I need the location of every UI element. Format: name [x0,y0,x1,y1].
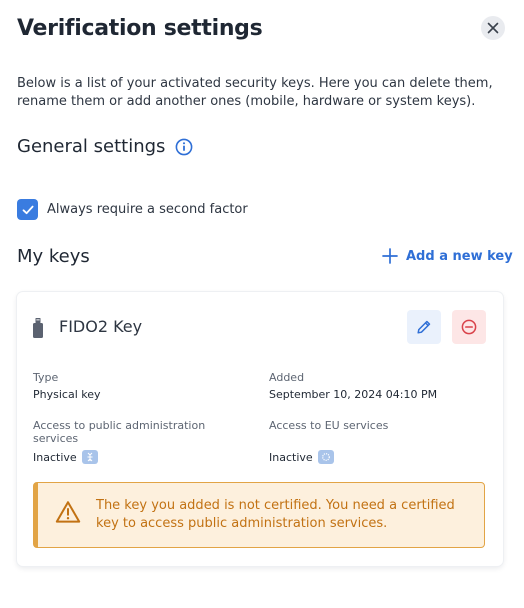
warning-text: The key you added is not certified. You … [96,498,455,531]
general-settings-title: General settings [17,136,166,157]
pencil-icon [417,320,431,334]
remove-circle-icon [461,319,477,335]
require-second-factor-label: Always require a second factor [47,202,248,217]
eu-services-label: Access to EU services [269,419,389,432]
add-key-label: Add a new key [406,248,513,264]
warning-banner: The key you added is not certified. You … [33,482,485,548]
type-value: Physical key [33,388,101,401]
type-label: Type [33,371,59,384]
eu-services-status: Inactive [269,450,334,464]
require-second-factor-checkbox[interactable] [17,199,38,220]
my-keys-title: My keys [17,246,90,267]
added-label: Added [269,371,305,384]
add-key-button[interactable]: Add a new key [382,248,513,264]
public-admin-value: Inactive [33,450,77,464]
public-admin-status: Inactive [33,450,98,464]
added-value: September 10, 2024 04:10 PM [269,388,438,401]
eu-services-value: Inactive [269,450,313,464]
edit-key-button[interactable] [407,310,441,344]
public-admin-emblem-icon [81,450,98,464]
page-description: Below is a list of your activated securi… [17,76,493,109]
close-icon [487,22,499,34]
delete-key-button[interactable] [452,310,486,344]
page-title: Verification settings [17,16,263,41]
general-settings-heading: General settings [17,136,193,157]
close-button[interactable] [481,16,505,40]
eu-stars-icon [317,450,334,464]
info-icon[interactable] [175,138,193,156]
plus-icon [382,248,398,264]
usb-key-icon [33,318,43,338]
key-name: FIDO2 Key [59,317,143,336]
public-admin-label: Access to public administration services [33,419,206,445]
require-second-factor-row[interactable]: Always require a second factor [17,199,248,220]
checkmark-icon [22,205,33,214]
warning-icon [55,501,81,523]
key-card: FIDO2 Key Type Physical key Added Septem… [17,292,503,566]
